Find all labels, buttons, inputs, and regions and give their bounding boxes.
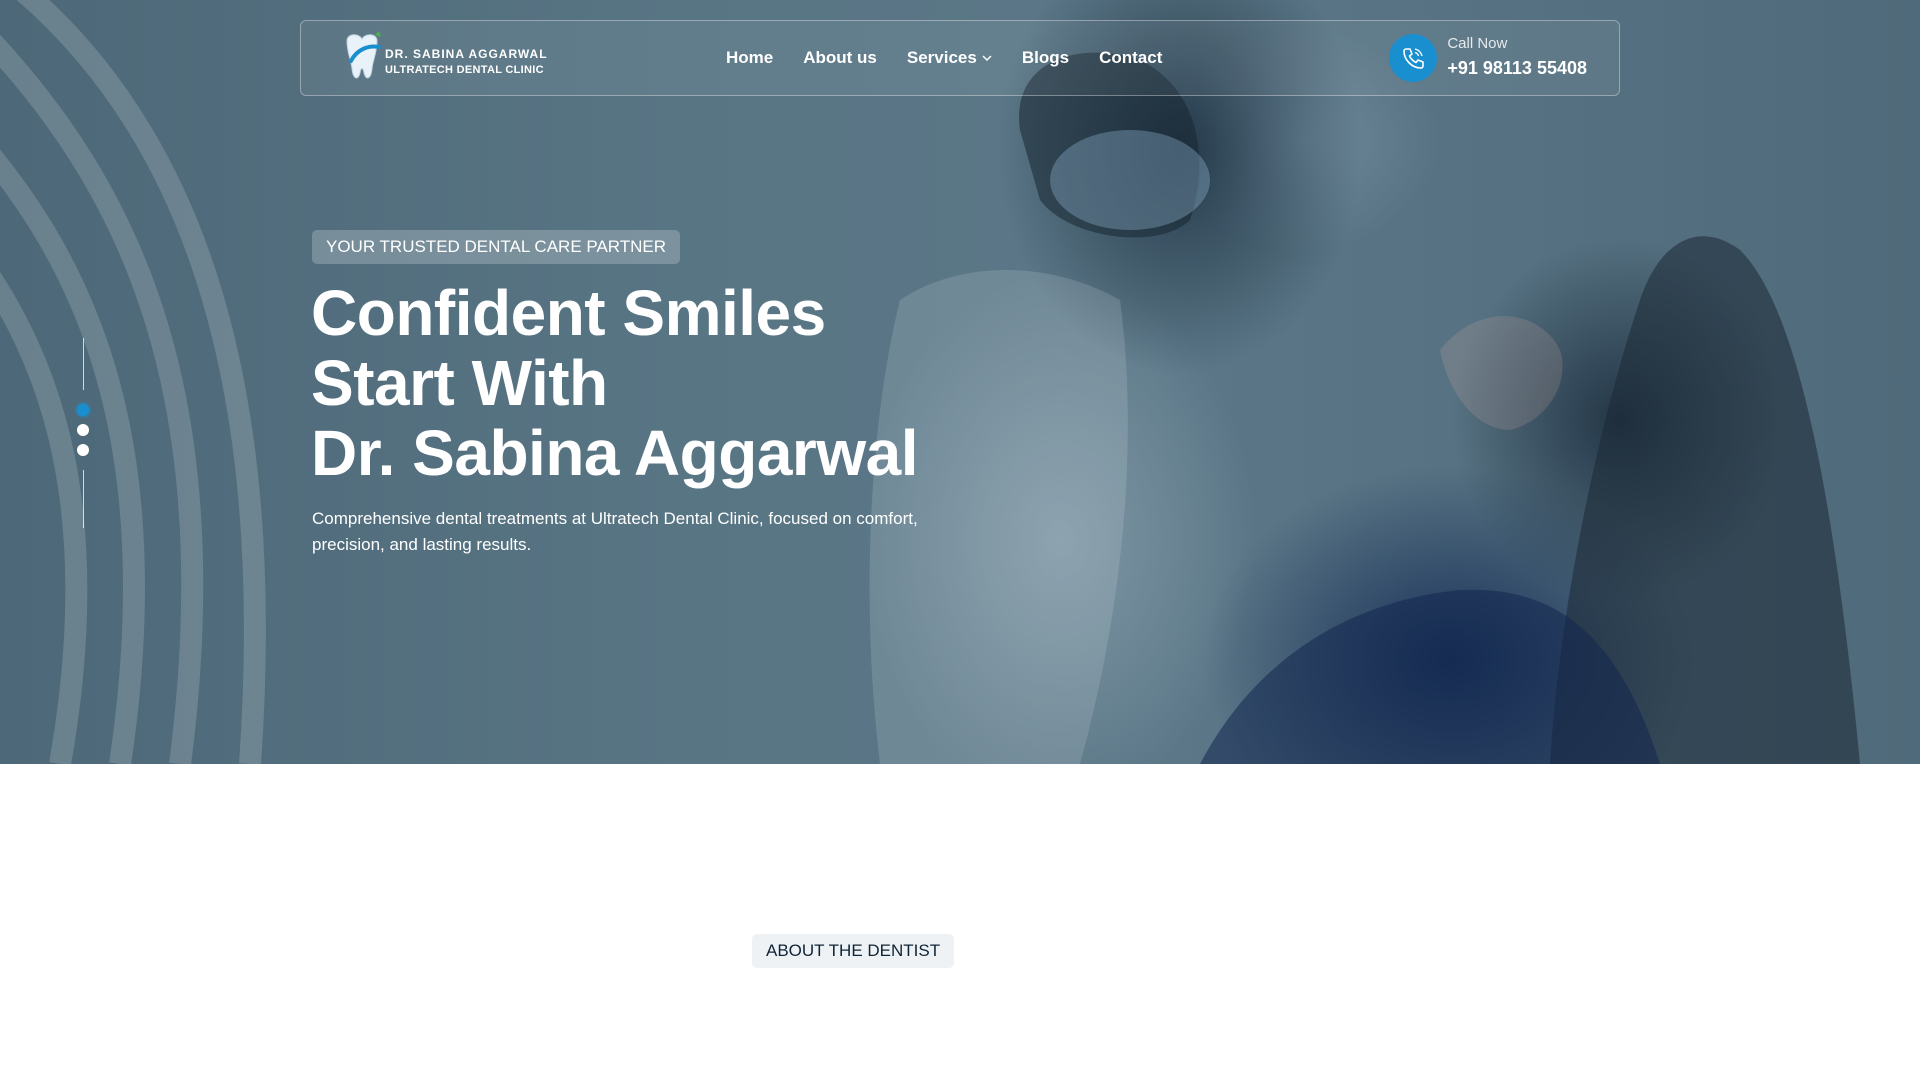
nav-services[interactable]: Services <box>907 48 992 68</box>
decorative-stripes <box>0 0 266 764</box>
nav-about-us[interactable]: About us <box>803 48 877 68</box>
slider-line-top <box>83 338 84 390</box>
slider-line-bottom <box>83 470 84 528</box>
call-now-link[interactable]: Call Now +91 98113 55408 <box>1389 31 1587 85</box>
call-text: Call Now +91 98113 55408 <box>1447 35 1587 81</box>
phone-icon <box>1389 34 1438 82</box>
call-label: Call Now <box>1447 35 1508 52</box>
slider-dot-2[interactable] <box>77 424 89 436</box>
top-navigation-bar: DR. SABINA AGGARWAL ULTRATECH DENTAL CLI… <box>300 20 1620 96</box>
slider-dot-3[interactable] <box>77 444 89 456</box>
main-menu: Home About us Services Blogs Contact <box>726 21 1192 95</box>
call-phone-number[interactable]: +91 98113 55408 <box>1447 55 1587 81</box>
tooth-logo-icon <box>346 31 381 79</box>
hero-title-line-3: Dr. Sabina Aggarwal <box>311 417 918 489</box>
hero-title-line-1: Confident Smiles <box>311 277 826 349</box>
nav-services-label: Services <box>906 48 977 67</box>
hero-tagline-badge: YOUR TRUSTED DENTAL CARE PARTNER <box>312 230 681 264</box>
brand-logo[interactable]: DR. SABINA AGGARWAL ULTRATECH DENTAL CLI… <box>339 29 559 87</box>
nav-contact[interactable]: Contact <box>1099 48 1162 68</box>
brand-clinic: ULTRATECH DENTAL CLINIC <box>385 64 544 76</box>
chevron-down-icon <box>982 55 992 62</box>
nav-home[interactable]: Home <box>726 48 773 68</box>
slider-dot-1[interactable] <box>77 404 89 416</box>
hero-title: Confident Smiles Start With Dr. Sabina A… <box>311 278 1211 488</box>
about-section-badge: ABOUT THE DENTIST <box>752 934 955 968</box>
brand-name: DR. SABINA AGGARWAL <box>385 47 548 61</box>
hero-title-line-2: Start With <box>311 347 608 419</box>
nav-blogs[interactable]: Blogs <box>1022 48 1069 68</box>
hero-description: Comprehensive dental treatments at Ultra… <box>312 509 918 554</box>
